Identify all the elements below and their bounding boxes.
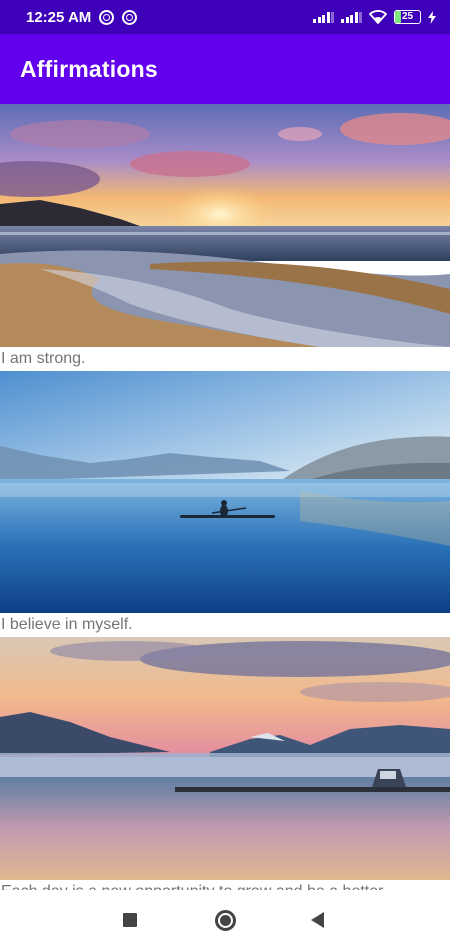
affirmation-card: I believe in myself.	[0, 371, 450, 637]
affirmation-text: I am strong.	[1, 350, 86, 367]
navigation-bar	[0, 890, 450, 950]
affirmation-image-mountain-lake-dusk	[0, 637, 450, 880]
affirmation-image-sunset-beach	[0, 104, 450, 347]
status-bar: 12:25 AM 25	[0, 0, 450, 34]
back-button[interactable]	[297, 900, 337, 940]
status-time: 12:25 AM	[26, 8, 92, 26]
cell-signal-icon	[313, 11, 334, 23]
status-right: 25	[313, 10, 436, 24]
back-triangle-icon	[310, 912, 324, 928]
recents-button[interactable]	[110, 900, 150, 940]
cell-signal-icon-2	[341, 11, 362, 23]
home-button[interactable]	[205, 900, 245, 940]
app-title: Affirmations	[20, 55, 158, 82]
notification-ring-icon	[99, 9, 115, 25]
app-bar: Affirmations	[0, 34, 450, 104]
charging-bolt-icon	[428, 10, 436, 24]
home-circle-icon	[214, 909, 236, 931]
affirmations-list[interactable]: I am strong. I believe in myself.	[0, 104, 450, 890]
recents-square-icon	[123, 913, 137, 927]
status-left: 12:25 AM	[26, 8, 138, 26]
affirmation-image-kayak-lake	[0, 371, 450, 613]
wifi-icon	[369, 10, 387, 24]
battery-level: 25	[401, 11, 414, 22]
affirmation-text: I believe in myself.	[1, 616, 133, 633]
affirmation-text: Each day is a new opportunity to grow an…	[0, 880, 450, 890]
affirmation-card: I am strong.	[0, 104, 450, 371]
notification-ring-icon-2	[122, 9, 138, 25]
battery-icon: 25	[394, 10, 421, 24]
affirmation-card: Each day is a new opportunity to grow an…	[0, 637, 450, 890]
